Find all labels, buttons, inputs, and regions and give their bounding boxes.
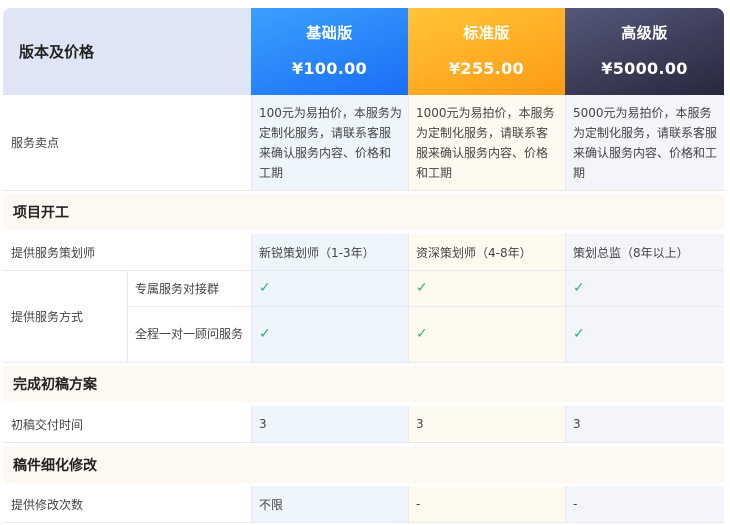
dedicated-group-label: 专属服务对接群 [127, 270, 251, 306]
dedicated-group-premium: ✓ [565, 270, 724, 306]
selling-point-basic: 100元为易拍价，本服务为定制化服务，请联系客服来确认服务内容、价格和工期 [251, 95, 408, 190]
divider [565, 406, 566, 442]
check-icon: ✓ [416, 280, 428, 296]
divider [408, 486, 409, 522]
divider [3, 442, 724, 443]
divider [3, 362, 724, 363]
divider [251, 406, 252, 442]
divider [565, 95, 566, 190]
plan-premium-price: ¥5000.00 [601, 59, 688, 78]
check-icon: ✓ [259, 326, 271, 342]
divider [408, 234, 409, 362]
plan-premium-header[interactable]: 高级版 ¥5000.00 [565, 8, 724, 95]
check-icon: ✓ [416, 326, 428, 342]
divider [251, 486, 252, 522]
check-icon: ✓ [573, 280, 585, 296]
divider [565, 486, 566, 522]
revisions-basic: 不限 [251, 486, 408, 522]
divider [127, 306, 724, 307]
plan-basic-price: ¥100.00 [292, 59, 367, 78]
plan-basic-name: 基础版 [306, 24, 353, 42]
delivery-time-basic: 3 [251, 406, 408, 442]
dedicated-group-standard: ✓ [408, 270, 565, 306]
divider [3, 270, 724, 271]
one-on-one-basic: ✓ [251, 306, 408, 362]
one-on-one-standard: ✓ [408, 306, 565, 362]
plan-premium-name: 高级版 [621, 24, 668, 42]
selling-point-premium: 5000元为易拍价，本服务为定制化服务，请联系客服来确认服务内容、价格和工期 [565, 95, 724, 190]
revisions-label: 提供修改次数 [3, 486, 251, 522]
divider [408, 406, 409, 442]
section-refine-title: 稿件细化修改 [3, 447, 724, 483]
one-on-one-premium: ✓ [565, 306, 724, 362]
revisions-premium: - [565, 486, 724, 522]
divider [408, 95, 409, 190]
divider [251, 95, 252, 190]
divider [127, 270, 128, 362]
planner-basic: 新锐策划师（1-3年） [251, 234, 408, 270]
delivery-time-premium: 3 [565, 406, 724, 442]
one-on-one-label: 全程一对一顾问服务 [127, 306, 251, 362]
delivery-time-standard: 3 [408, 406, 565, 442]
check-icon: ✓ [259, 280, 271, 296]
dedicated-group-basic: ✓ [251, 270, 408, 306]
plan-basic-header[interactable]: 基础版 ¥100.00 [251, 8, 408, 95]
divider [565, 234, 566, 362]
revisions-standard: - [408, 486, 565, 522]
planner-premium: 策划总监（8年以上） [565, 234, 724, 270]
divider [3, 190, 724, 191]
selling-point-standard: 1000元为易拍价，本服务为定制化服务，请联系客服来确认服务内容、价格和工期 [408, 95, 565, 190]
section-draft-title: 完成初稿方案 [3, 366, 724, 402]
section-kickoff-title: 项目开工 [3, 194, 724, 230]
plan-standard-header[interactable]: 标准版 ¥255.00 [408, 8, 565, 95]
delivery-time-label: 初稿交付时间 [3, 406, 251, 442]
plan-standard-name: 标准版 [463, 24, 510, 42]
planner-label: 提供服务策划师 [3, 234, 251, 270]
divider [3, 522, 724, 523]
plan-standard-price: ¥255.00 [449, 59, 524, 78]
planner-standard: 资深策划师（4-8年） [408, 234, 565, 270]
divider [251, 234, 252, 362]
service-method-label: 提供服务方式 [3, 270, 127, 362]
version-price-header: 版本及价格 [3, 8, 251, 95]
selling-point-label: 服务卖点 [3, 95, 251, 190]
check-icon: ✓ [573, 326, 585, 342]
